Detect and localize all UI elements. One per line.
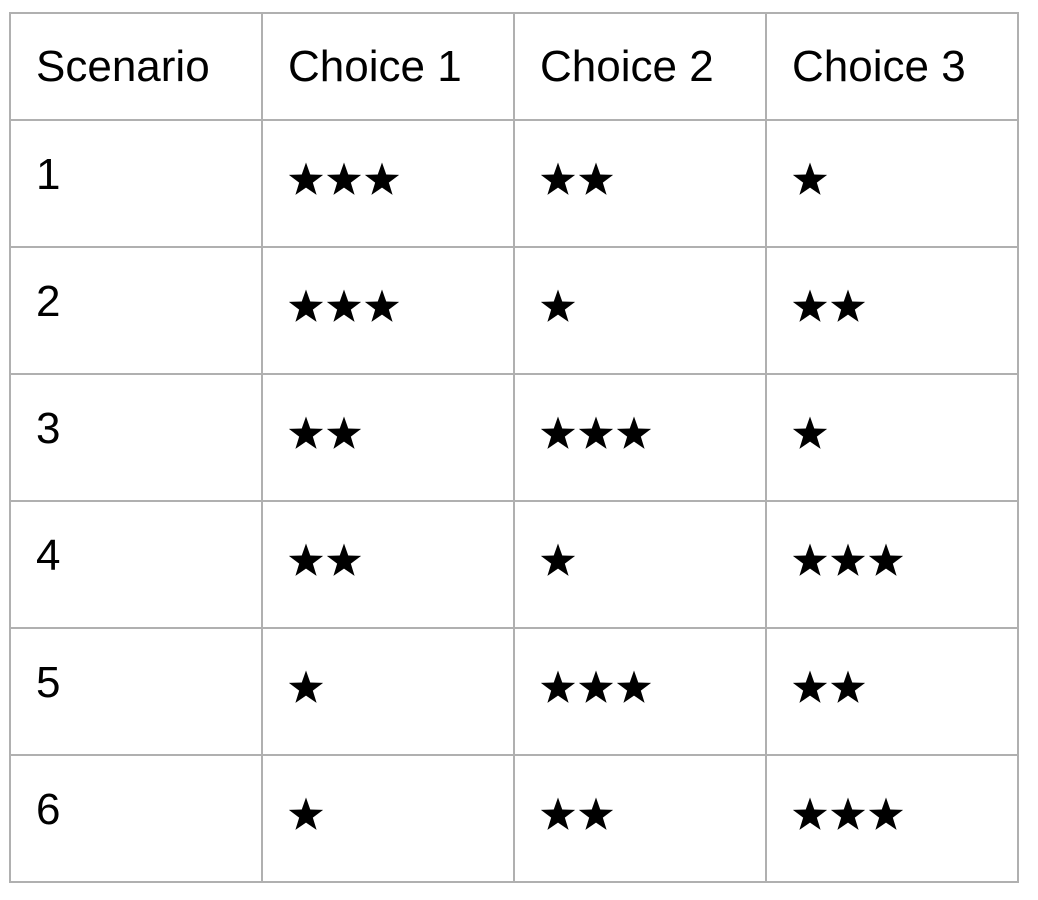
choice-1-rating-cell	[261, 373, 515, 502]
star-icon	[540, 797, 576, 830]
scenario-number: 5	[36, 658, 61, 707]
star-icon	[830, 289, 866, 322]
scenario-cell: 4	[9, 500, 263, 629]
star-icon	[326, 543, 362, 576]
star-icon	[540, 162, 576, 195]
star-icon	[868, 797, 904, 830]
table-row: 2	[9, 246, 1019, 375]
star-rating	[540, 248, 765, 328]
scenario-cell: 1	[9, 119, 263, 248]
star-rating	[288, 248, 513, 328]
table-row: 4	[9, 500, 1019, 629]
star-rating	[540, 375, 765, 455]
choice-3-rating-cell	[765, 500, 1019, 629]
star-icon	[540, 670, 576, 703]
star-rating	[540, 502, 765, 582]
scenario-number: 1	[36, 150, 61, 199]
scenario-cell: 5	[9, 627, 263, 756]
choice-2-rating-cell	[513, 119, 767, 248]
choice-1-rating-cell	[261, 246, 515, 375]
star-icon	[288, 670, 324, 703]
star-icon	[868, 543, 904, 576]
header-choice-3: Choice 3	[765, 12, 1019, 121]
star-icon	[540, 416, 576, 449]
star-rating	[792, 121, 1017, 201]
star-icon	[326, 162, 362, 195]
star-rating	[288, 375, 513, 455]
choice-2-rating-cell	[513, 500, 767, 629]
table-row: 3	[9, 373, 1019, 502]
choice-1-rating-cell	[261, 754, 515, 883]
choice-3-rating-cell	[765, 373, 1019, 502]
scenario-number: 3	[36, 404, 61, 453]
star-rating	[792, 375, 1017, 455]
star-icon	[792, 543, 828, 576]
star-icon	[578, 670, 614, 703]
star-rating	[540, 121, 765, 201]
star-icon	[288, 289, 324, 322]
scenario-cell: 2	[9, 246, 263, 375]
star-icon	[792, 797, 828, 830]
star-icon	[792, 416, 828, 449]
scenario-cell: 3	[9, 373, 263, 502]
choice-2-rating-cell	[513, 373, 767, 502]
scenario-number: 2	[36, 277, 61, 326]
star-icon	[830, 543, 866, 576]
star-icon	[616, 670, 652, 703]
choice-3-rating-cell	[765, 119, 1019, 248]
star-icon	[540, 289, 576, 322]
star-rating	[792, 629, 1017, 709]
scenario-number: 4	[36, 531, 61, 580]
star-icon	[578, 797, 614, 830]
table-body: 1 2 3 4 5 6	[9, 119, 1019, 883]
choice-2-rating-cell	[513, 246, 767, 375]
header-scenario: Scenario	[9, 12, 263, 121]
star-icon	[288, 162, 324, 195]
star-icon	[288, 543, 324, 576]
star-rating	[288, 502, 513, 582]
star-rating	[792, 756, 1017, 836]
table-row: 5	[9, 627, 1019, 756]
star-icon	[326, 416, 362, 449]
star-rating	[792, 248, 1017, 328]
scenario-cell: 6	[9, 754, 263, 883]
choice-1-rating-cell	[261, 627, 515, 756]
star-icon	[288, 797, 324, 830]
choice-2-rating-cell	[513, 754, 767, 883]
star-icon	[578, 162, 614, 195]
choice-3-rating-cell	[765, 754, 1019, 883]
star-icon	[792, 289, 828, 322]
scenario-choice-table: Scenario Choice 1 Choice 2 Choice 3 1 2 3 4…	[9, 12, 1019, 883]
star-icon	[830, 670, 866, 703]
star-icon	[830, 797, 866, 830]
star-icon	[326, 289, 362, 322]
star-icon	[364, 289, 400, 322]
star-icon	[288, 416, 324, 449]
star-rating	[288, 756, 513, 836]
star-rating	[540, 756, 765, 836]
star-rating	[792, 502, 1017, 582]
choice-2-rating-cell	[513, 627, 767, 756]
header-choice-1: Choice 1	[261, 12, 515, 121]
star-icon	[578, 416, 614, 449]
choice-3-rating-cell	[765, 246, 1019, 375]
choice-1-rating-cell	[261, 119, 515, 248]
table-row: 6	[9, 754, 1019, 883]
star-rating	[288, 121, 513, 201]
star-icon	[792, 670, 828, 703]
header-choice-2: Choice 2	[513, 12, 767, 121]
star-rating	[540, 629, 765, 709]
star-rating	[288, 629, 513, 709]
scenario-number: 6	[36, 785, 61, 834]
star-icon	[792, 162, 828, 195]
header-row: Scenario Choice 1 Choice 2 Choice 3	[9, 12, 1019, 121]
choice-1-rating-cell	[261, 500, 515, 629]
table-row: 1	[9, 119, 1019, 248]
choice-3-rating-cell	[765, 627, 1019, 756]
star-icon	[364, 162, 400, 195]
star-icon	[540, 543, 576, 576]
star-icon	[616, 416, 652, 449]
